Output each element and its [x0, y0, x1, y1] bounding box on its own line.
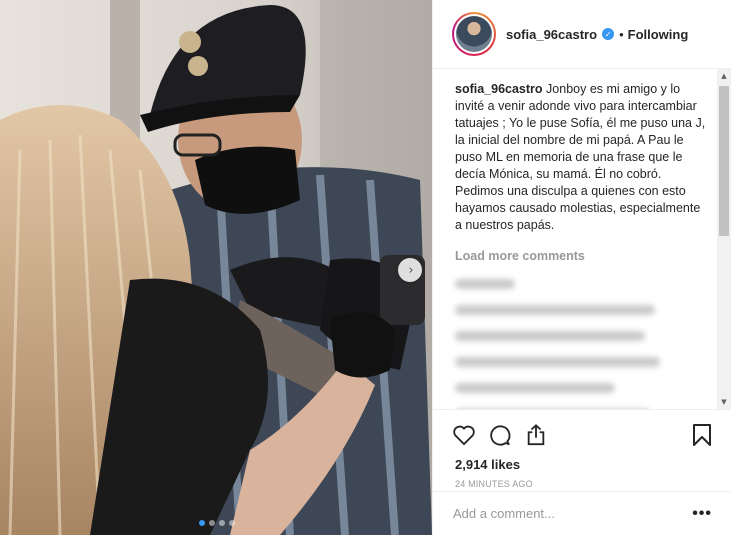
verified-icon: ✓ — [602, 28, 615, 40]
instagram-post: › sofia_96castro ✓ • Following sofia_96c… — [0, 0, 731, 535]
next-photo-button[interactable]: › — [398, 258, 422, 282]
carousel-indicator — [199, 520, 235, 526]
scrollbar-thumb[interactable] — [719, 86, 729, 236]
carousel-dot-3 — [219, 520, 225, 526]
comments-scrollbar[interactable]: ▲ ▼ — [717, 69, 731, 409]
post-timestamp[interactable]: 24 MINUTES AGO — [433, 472, 731, 489]
header-separator: • — [619, 26, 624, 42]
comment-icon[interactable] — [487, 422, 513, 448]
post-photo[interactable]: › — [0, 0, 432, 535]
chevron-right-icon: › — [408, 262, 414, 278]
bookmark-icon[interactable] — [689, 422, 715, 448]
blurred-comment — [455, 331, 645, 341]
scroll-up-icon[interactable]: ▲ — [717, 69, 731, 83]
header-username[interactable]: sofia_96castro — [506, 27, 597, 42]
blurred-comment — [455, 305, 655, 315]
scroll-down-icon[interactable]: ▼ — [717, 395, 731, 409]
blurred-comment — [455, 357, 660, 367]
post-side-panel: sofia_96castro ✓ • Following sofia_96cas… — [432, 0, 731, 535]
comment-input[interactable] — [453, 506, 693, 521]
following-button[interactable]: Following — [628, 27, 689, 42]
carousel-dot-2 — [209, 520, 215, 526]
post-actions — [433, 409, 731, 451]
avatar[interactable] — [452, 12, 496, 56]
add-comment-bar: ••• — [433, 491, 731, 535]
post-caption: sofia_96castro Jonboy es mi amigo y lo i… — [455, 81, 709, 234]
heart-icon[interactable] — [451, 422, 477, 448]
caption-username[interactable]: sofia_96castro — [455, 82, 543, 96]
load-more-comments-button[interactable]: Load more comments — [455, 249, 709, 263]
share-icon[interactable] — [523, 422, 549, 448]
carousel-dot-4 — [229, 520, 235, 526]
avatar-image — [456, 16, 492, 52]
post-header: sofia_96castro ✓ • Following — [433, 0, 731, 69]
carousel-dot-1 — [199, 520, 205, 526]
more-options-icon[interactable]: ••• — [692, 505, 712, 523]
blurred-comment — [455, 279, 515, 289]
likes-count[interactable]: 2,914 likes — [433, 451, 731, 472]
tattoo-photo-illustration — [0, 0, 432, 535]
caption-text: Jonboy es mi amigo y lo invité a venir a… — [455, 82, 706, 232]
blurred-comment — [455, 383, 615, 393]
comments-list[interactable]: sofia_96castro Jonboy es mi amigo y lo i… — [433, 69, 731, 409]
